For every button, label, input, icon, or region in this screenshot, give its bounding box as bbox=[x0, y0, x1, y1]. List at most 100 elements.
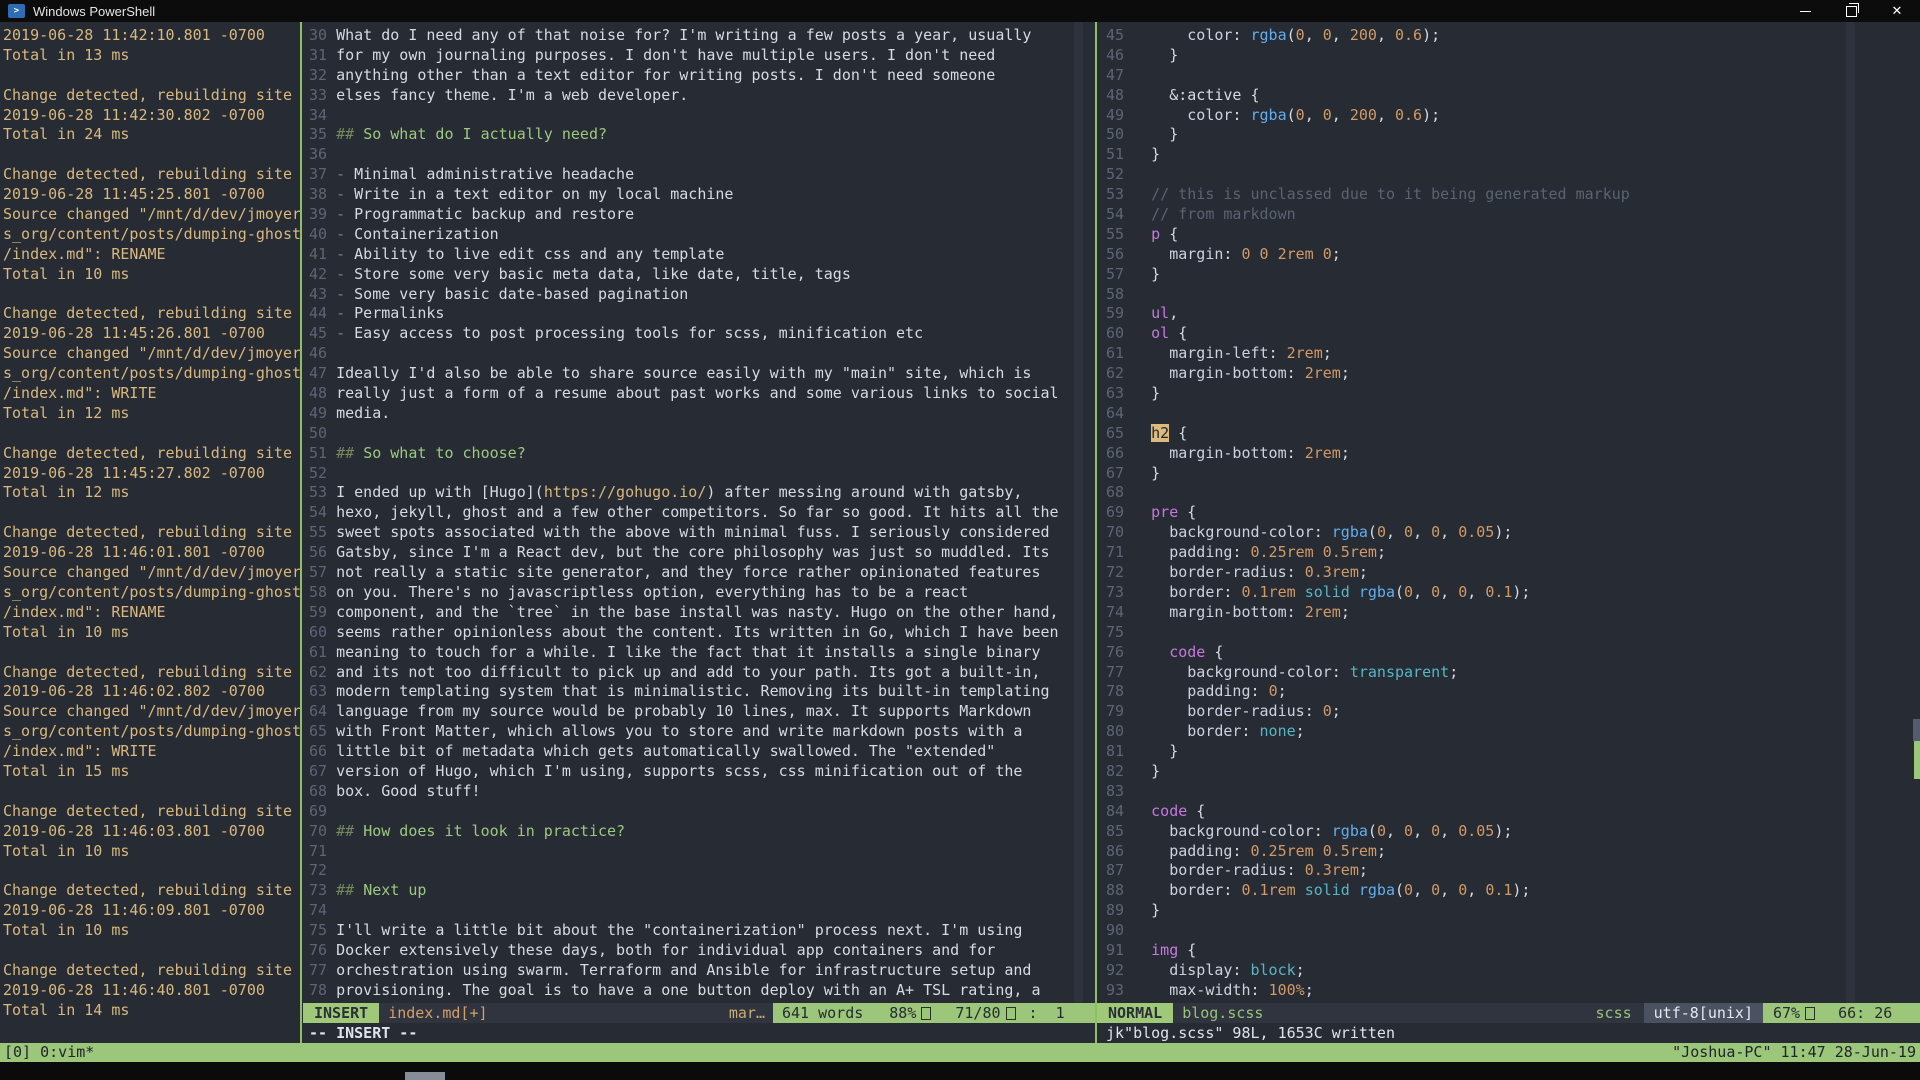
taskbar-strip bbox=[0, 1062, 1920, 1080]
scss-line: 72 border-radius: 0.3rem; bbox=[1106, 563, 1630, 583]
scss-line: 91 img { bbox=[1106, 941, 1630, 961]
log-line: Total in 14 ms bbox=[3, 1001, 299, 1021]
missing-glyph-icon bbox=[921, 1007, 931, 1020]
scss-line: 64 bbox=[1106, 404, 1630, 424]
markdown-editor-pane[interactable]: 30 What do I need any of that noise for?… bbox=[309, 26, 1059, 1001]
markdown-line: 31 for my own journaling purposes. I don… bbox=[309, 46, 1059, 66]
tmux-session-label: [0] 0:vim* bbox=[4, 1043, 94, 1062]
log-line bbox=[3, 941, 299, 961]
scss-line: 80 border: none; bbox=[1106, 722, 1630, 742]
markdown-line: 51 ## So what to choose? bbox=[309, 444, 1059, 464]
log-line: 2019-06-28 11:46:09.801 -0700 bbox=[3, 901, 299, 921]
tmux-host-clock: "Joshua-PC" 11:47 28-Jun-19 bbox=[1672, 1043, 1916, 1062]
scss-line: 54 // from markdown bbox=[1106, 205, 1630, 225]
scss-line: 86 padding: 0.25rem 0.5rem; bbox=[1106, 842, 1630, 862]
scss-line: 82 } bbox=[1106, 762, 1630, 782]
line-position-mid: 71/80 bbox=[955, 1003, 1000, 1023]
markdown-line: 53 I ended up with [Hugo](https://gohugo… bbox=[309, 483, 1059, 503]
scss-line: 81 } bbox=[1106, 742, 1630, 762]
mid-statusline-right-segment: 641 words 88% 71/80 : 1 bbox=[773, 1003, 1095, 1023]
log-line bbox=[3, 782, 299, 802]
scss-line: 68 bbox=[1106, 483, 1630, 503]
missing-glyph-icon bbox=[1006, 1007, 1016, 1020]
scss-line: 46 } bbox=[1106, 46, 1630, 66]
log-line: Change detected, rebuilding site bbox=[3, 444, 299, 464]
markdown-line: 49 media. bbox=[309, 404, 1059, 424]
log-line bbox=[3, 643, 299, 663]
minimize-icon bbox=[1800, 11, 1811, 12]
log-line: Total in 10 ms bbox=[3, 921, 299, 941]
scss-line: 70 background-color: rgba(0, 0, 0, 0.05)… bbox=[1106, 523, 1630, 543]
log-line: 2019-06-28 11:42:30.802 -0700 bbox=[3, 106, 299, 126]
cursor-position-right: 66: 26 bbox=[1838, 1003, 1892, 1023]
log-line bbox=[3, 66, 299, 86]
pane-divider-left bbox=[300, 22, 302, 1043]
markdown-line: 70 ## How does it look in practice? bbox=[309, 822, 1059, 842]
log-line: /index.md": WRITE bbox=[3, 742, 299, 762]
scss-line: 55 p { bbox=[1106, 225, 1630, 245]
log-line: Total in 12 ms bbox=[3, 483, 299, 503]
scss-line: 63 } bbox=[1106, 384, 1630, 404]
markdown-line: 69 bbox=[309, 802, 1059, 822]
close-button[interactable]: ✕ bbox=[1874, 0, 1920, 22]
restore-button[interactable] bbox=[1828, 0, 1874, 22]
markdown-line: 55 sweet spots associated with the above… bbox=[309, 523, 1059, 543]
scss-line: 87 border-radius: 0.3rem; bbox=[1106, 861, 1630, 881]
column-separator: : bbox=[1029, 1003, 1038, 1023]
markdown-line: 44 - Permalinks bbox=[309, 304, 1059, 324]
log-line: 2019-06-28 11:46:03.801 -0700 bbox=[3, 822, 299, 842]
close-icon: ✕ bbox=[1892, 4, 1903, 19]
log-line: 2019-06-28 11:46:01.801 -0700 bbox=[3, 543, 299, 563]
scss-line: 65 h2 { bbox=[1106, 424, 1630, 444]
scss-line: 85 background-color: rgba(0, 0, 0, 0.05)… bbox=[1106, 822, 1630, 842]
column-number-mid: 1 bbox=[1056, 1003, 1065, 1023]
markdown-line: 42 - Store some very basic meta data, li… bbox=[309, 265, 1059, 285]
markdown-line: 75 I'll write a little bit about the "co… bbox=[309, 921, 1059, 941]
window-title: Windows PowerShell bbox=[33, 4, 155, 19]
log-line: s_org/content/posts/dumping-ghost bbox=[3, 225, 299, 245]
markdown-line: 46 bbox=[309, 344, 1059, 364]
log-line: Change detected, rebuilding site bbox=[3, 165, 299, 185]
filename-label-right: blog.scss bbox=[1182, 1003, 1263, 1023]
scss-line: 78 padding: 0; bbox=[1106, 682, 1630, 702]
scss-line: 62 margin-bottom: 2rem; bbox=[1106, 364, 1630, 384]
log-line: Source changed "/mnt/d/dev/jmoyer bbox=[3, 563, 299, 583]
log-line: 2019-06-28 11:42:10.801 -0700 bbox=[3, 26, 299, 46]
log-line: Change detected, rebuilding site bbox=[3, 523, 299, 543]
tmux-status-bar: [0] 0:vim* "Joshua-PC" 11:47 28-Jun-19 bbox=[0, 1043, 1920, 1062]
hugo-log-pane[interactable]: 2019-06-28 11:42:10.801 -0700Total in 13… bbox=[3, 26, 299, 1021]
filetype-truncated-label: mar… bbox=[729, 1003, 765, 1023]
markdown-line: 60 seems rather opinionless about the co… bbox=[309, 623, 1059, 643]
scrollbar-thumb[interactable] bbox=[1913, 719, 1920, 741]
markdown-line: 52 bbox=[309, 464, 1059, 484]
log-line: Total in 10 ms bbox=[3, 265, 299, 285]
markdown-line: 59 component, and the `tree` in the base… bbox=[309, 603, 1059, 623]
scss-line: 59 ul, bbox=[1106, 304, 1630, 324]
markdown-line: 64 language from my source would be prob… bbox=[309, 702, 1059, 722]
scss-line: 71 padding: 0.25rem 0.5rem; bbox=[1106, 543, 1630, 563]
scss-line: 49 color: rgba(0, 0, 200, 0.6); bbox=[1106, 106, 1630, 126]
minimize-button[interactable] bbox=[1782, 0, 1828, 22]
log-line: Change detected, rebuilding site bbox=[3, 663, 299, 683]
encoding-badge: utf-8[unix] bbox=[1644, 1003, 1763, 1023]
markdown-line: 58 on you. There's no javascriptless opt… bbox=[309, 583, 1059, 603]
scss-editor-pane[interactable]: 45 color: rgba(0, 0, 200, 0.6);46 }47 48… bbox=[1106, 26, 1630, 1001]
missing-glyph-icon bbox=[1805, 1007, 1815, 1020]
scrollbar-marker bbox=[1914, 741, 1920, 779]
markdown-line: 39 - Programmatic backup and restore bbox=[309, 205, 1059, 225]
markdown-line: 68 box. Good stuff! bbox=[309, 782, 1059, 802]
scss-line: 90 bbox=[1106, 921, 1630, 941]
markdown-line: 45 - Easy access to post processing tool… bbox=[309, 324, 1059, 344]
log-line: 2019-06-28 11:45:26.801 -0700 bbox=[3, 324, 299, 344]
log-line bbox=[3, 424, 299, 444]
markdown-line: 30 What do I need any of that noise for?… bbox=[309, 26, 1059, 46]
markdown-line: 43 - Some very basic date-based paginati… bbox=[309, 285, 1059, 305]
vim-mode-badge-mid: INSERT bbox=[303, 1003, 379, 1023]
log-line: s_org/content/posts/dumping-ghost bbox=[3, 364, 299, 384]
markdown-line: 77 orchestration using swarm. Terraform … bbox=[309, 961, 1059, 981]
log-line: 2019-06-28 11:45:27.802 -0700 bbox=[3, 464, 299, 484]
markdown-line: 50 bbox=[309, 424, 1059, 444]
terminal: 2019-06-28 11:42:10.801 -0700Total in 13… bbox=[0, 22, 1920, 1062]
log-line: Change detected, rebuilding site bbox=[3, 86, 299, 106]
scroll-percent-mid: 88% bbox=[889, 1003, 916, 1023]
